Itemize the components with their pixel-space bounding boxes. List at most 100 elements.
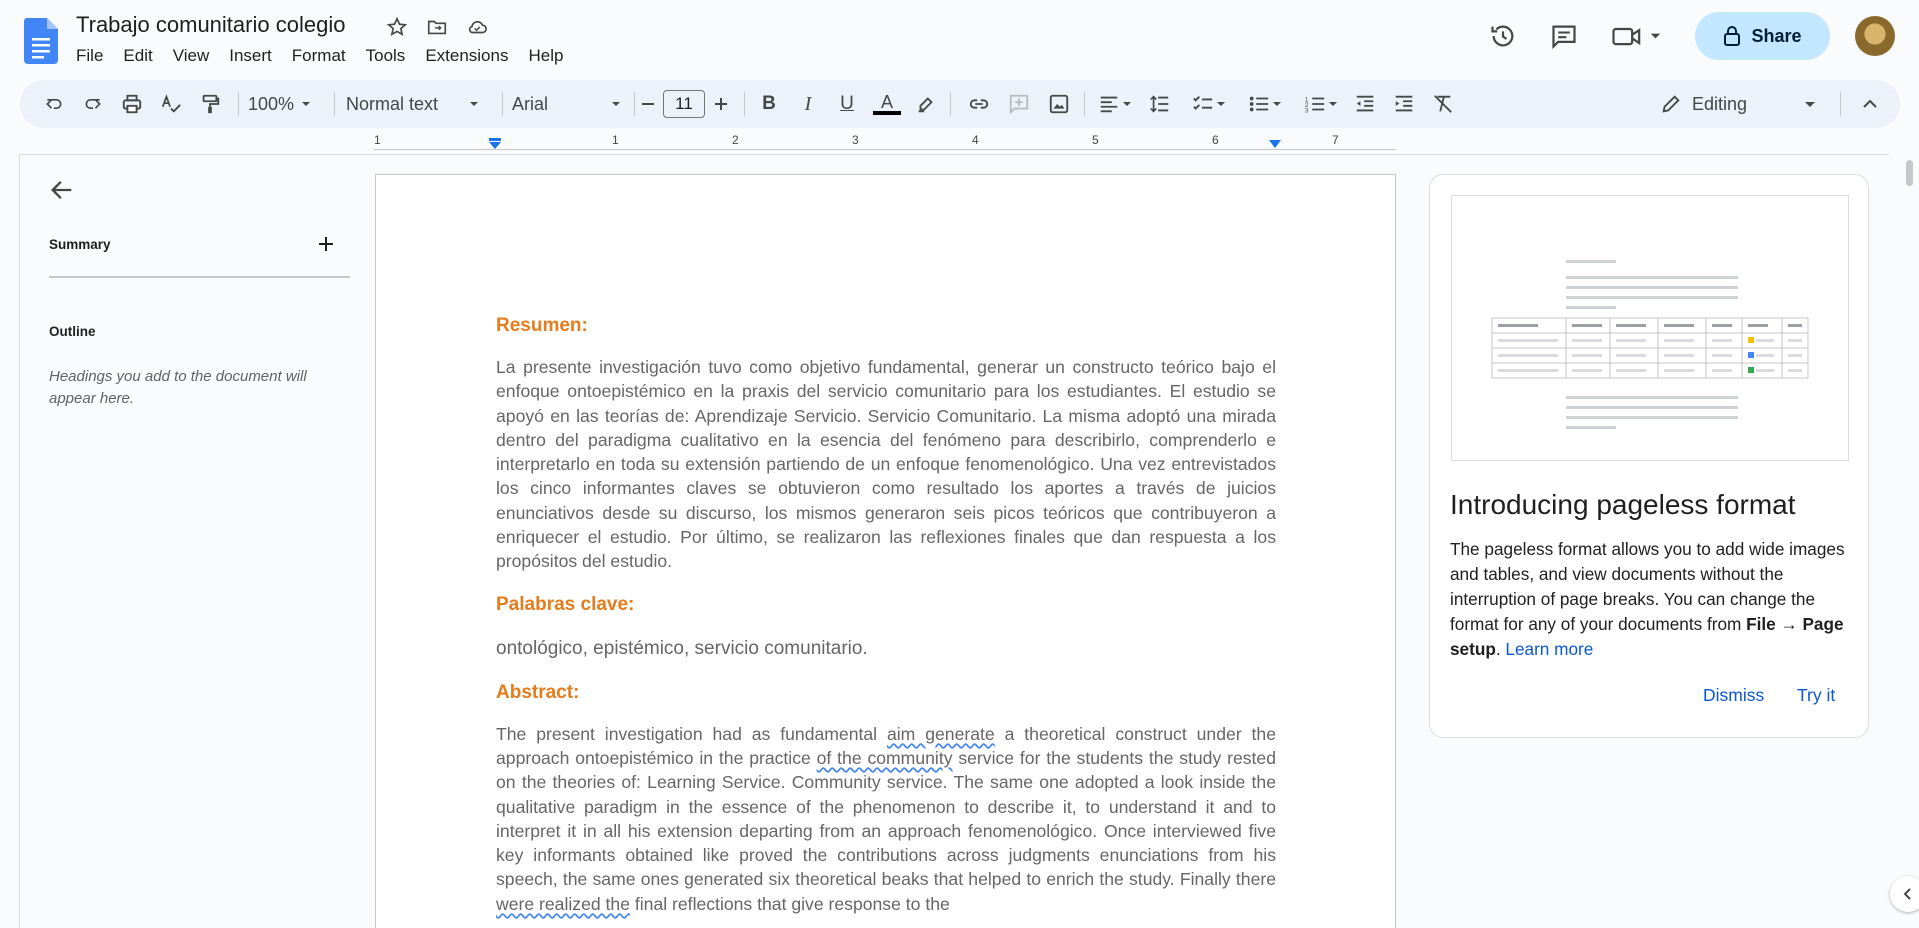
paint-format-icon[interactable]	[196, 90, 224, 118]
editing-mode-label: Editing	[1692, 93, 1748, 114]
zoom-select[interactable]: 100%	[242, 90, 322, 118]
summary-label: Summary	[49, 237, 111, 252]
chevron-down-icon	[1805, 102, 1815, 107]
undo-icon[interactable]	[40, 90, 68, 118]
link-icon[interactable]	[965, 90, 993, 118]
insert-image-icon[interactable]	[1045, 90, 1073, 118]
meet-icon[interactable]	[1610, 20, 1666, 52]
italic-icon[interactable]: I	[794, 90, 822, 118]
bulleted-list-icon	[1249, 96, 1269, 112]
line-spacing-icon[interactable]	[1146, 90, 1174, 118]
outline-label: Outline	[49, 324, 96, 339]
menu-extensions[interactable]: Extensions	[415, 44, 518, 68]
horizontal-ruler[interactable]: 1 1 2 3 4 5 6 7	[374, 132, 1396, 154]
highlight-icon[interactable]	[912, 90, 940, 118]
document-body[interactable]: Resumen: La presente investigación tuvo …	[496, 315, 1276, 916]
menu-view[interactable]: View	[163, 44, 220, 68]
dismiss-button[interactable]: Dismiss	[1703, 685, 1764, 706]
numbered-list-icon: 123	[1305, 96, 1325, 114]
side-panel-toggle-icon[interactable]	[1890, 876, 1919, 912]
scrollbar-thumb[interactable]	[1906, 160, 1913, 186]
menu-insert[interactable]: Insert	[219, 44, 282, 68]
chevron-down-icon	[1329, 102, 1337, 106]
star-icon[interactable]	[384, 14, 410, 40]
avatar[interactable]	[1855, 16, 1895, 56]
print-icon[interactable]	[118, 90, 146, 118]
outline-hint: Headings you add to the document will ap…	[49, 368, 307, 407]
checklist-menu[interactable]	[1186, 90, 1234, 118]
style-value: Normal text	[346, 93, 439, 114]
chevron-down-icon	[612, 102, 620, 106]
ruler-number: 1	[374, 133, 381, 147]
decrease-font-size-button[interactable]	[636, 90, 660, 118]
increase-indent-icon[interactable]	[1390, 90, 1418, 118]
ruler-number: 6	[1212, 133, 1219, 147]
editing-mode-select[interactable]: Editing	[1660, 90, 1818, 118]
doc-title[interactable]: Trabajo comunitario colegio	[76, 12, 345, 38]
font-value: Arial	[512, 93, 549, 114]
bold-icon[interactable]: B	[755, 90, 783, 118]
text-color-icon[interactable]: A	[872, 90, 902, 118]
left-indent-marker-icon[interactable]	[488, 138, 502, 152]
ruler-number: 3	[852, 133, 859, 147]
resumen-paragraph: La presente investigación tuvo como obje…	[496, 357, 1276, 572]
align-menu[interactable]	[1093, 90, 1139, 118]
svg-text:3: 3	[1305, 107, 1309, 114]
chevron-down-icon	[1273, 102, 1281, 106]
pageless-illustration	[1451, 195, 1849, 461]
bulleted-list-menu[interactable]	[1242, 90, 1290, 118]
spelling-suggestion[interactable]: of the community	[817, 748, 953, 768]
numbered-list-menu[interactable]: 123	[1298, 90, 1346, 118]
ruler-number: 7	[1332, 133, 1339, 147]
version-history-icon[interactable]	[1487, 20, 1519, 52]
ruler-number: 2	[732, 133, 739, 147]
move-folder-icon[interactable]	[424, 14, 450, 40]
font-select[interactable]: Arial	[512, 90, 630, 118]
card-title: Introducing pageless format	[1450, 489, 1796, 520]
share-button[interactable]: Share	[1695, 12, 1830, 60]
keywords-paragraph: ontológico, epistémico, servicio comunit…	[496, 637, 868, 659]
pencil-icon	[1662, 95, 1680, 113]
zoom-value: 100%	[247, 93, 295, 114]
title-icons	[384, 14, 490, 40]
spellcheck-icon[interactable]	[157, 90, 185, 118]
decrease-indent-icon[interactable]	[1351, 90, 1379, 118]
chevron-down-icon	[470, 102, 478, 106]
collapse-menus-icon[interactable]	[1856, 90, 1884, 118]
underline-icon[interactable]: U	[833, 90, 861, 118]
card-body: The pageless format allows you to add wi…	[1450, 539, 1845, 659]
menu-tools[interactable]: Tools	[356, 44, 416, 68]
docs-logo-icon[interactable]	[24, 18, 58, 64]
add-summary-icon[interactable]	[316, 234, 336, 260]
close-outline-arrow-icon[interactable]	[48, 176, 76, 209]
ruler-number: 1	[612, 133, 619, 147]
checklist-icon	[1193, 96, 1213, 110]
menu-format[interactable]: Format	[282, 44, 356, 68]
clear-formatting-icon[interactable]	[1429, 90, 1457, 118]
cloud-status-icon[interactable]	[464, 14, 490, 40]
chevron-down-icon	[1217, 102, 1225, 106]
chevron-down-icon	[302, 102, 311, 106]
ruler-number: 4	[972, 133, 979, 147]
spelling-suggestion[interactable]: aim generate	[887, 724, 995, 744]
align-left-icon	[1100, 96, 1118, 113]
menu-edit[interactable]: Edit	[113, 44, 162, 68]
menu-file[interactable]: File	[66, 44, 113, 68]
try-it-button[interactable]: Try it	[1797, 685, 1835, 706]
spelling-suggestion[interactable]: were realized the	[496, 894, 630, 914]
style-select[interactable]: Normal text	[346, 90, 498, 118]
chevron-down-icon	[1123, 102, 1131, 106]
menu-help[interactable]: Help	[518, 44, 573, 68]
pageless-format-card: Introducing pageless format The pageless…	[1429, 174, 1869, 738]
abstract-heading: Abstract:	[496, 681, 580, 703]
font-size-input[interactable]: 11	[663, 90, 705, 118]
lock-icon	[1724, 26, 1741, 46]
comments-icon[interactable]	[1548, 20, 1580, 52]
learn-more-link[interactable]: Learn more	[1505, 639, 1593, 659]
redo-icon[interactable]	[79, 90, 107, 118]
menu-bar: File Edit View Insert Format Tools Exten…	[66, 44, 573, 68]
right-indent-marker-icon[interactable]	[1268, 138, 1282, 152]
increase-font-size-button[interactable]	[709, 90, 733, 118]
ruler-number: 5	[1092, 133, 1099, 147]
document-page[interactable]: Resumen: La presente investigación tuvo …	[375, 174, 1396, 928]
